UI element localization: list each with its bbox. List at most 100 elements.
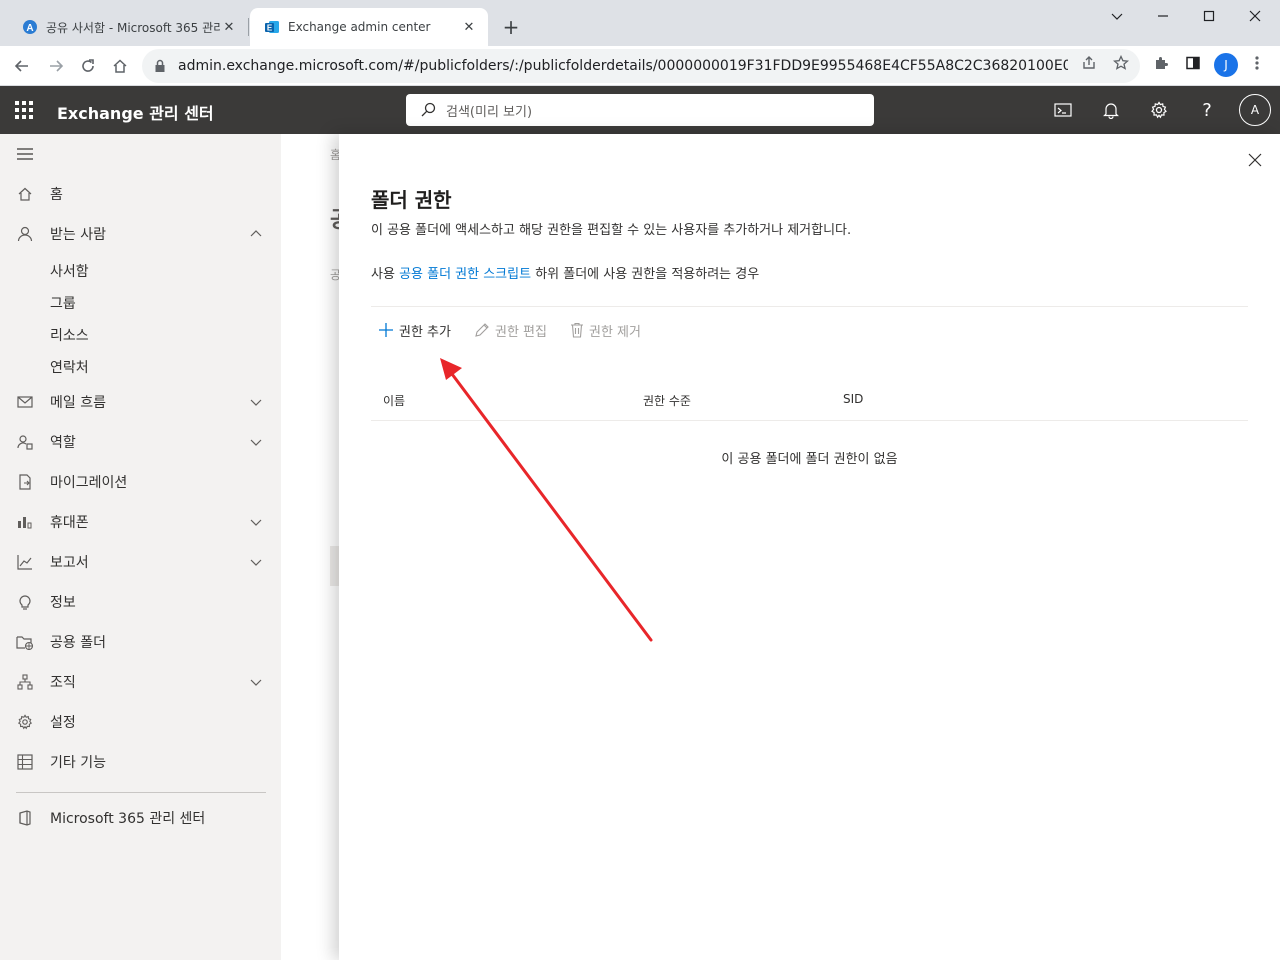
lock-icon [155,59,165,72]
behind-block-fragment [330,546,339,586]
sidebar-divider [16,792,266,793]
svg-text:A: A [26,23,33,34]
user-avatar[interactable]: A [1239,94,1271,126]
add-permission-label: 권한 추가 [399,324,451,340]
browser-toolbar: admin.exchange.microsoft.com/#/publicfol… [0,46,1280,86]
sidebar-item-roles[interactable]: 역할 [0,422,281,462]
sidebar-subitem-groups[interactable]: 그룹 [50,293,76,313]
empty-state-message: 이 공용 폴더에 폴더 권한이 없음 [721,452,898,467]
sidebar-item-m365-admin-center[interactable]: Microsoft 365 관리 센터 [0,798,281,838]
folder-permissions-panel: 폴더 권한 이 공용 폴더에 액세스하고 해당 권한을 편집할 수 있는 사용자… [339,134,1280,960]
other-features-icon [16,753,34,771]
notifications-bell-icon[interactable] [1099,98,1123,122]
sidebar-subitem-mailboxes[interactable]: 사서함 [50,261,89,281]
sidebar-item-label: 보고서 [50,555,89,571]
sidebar-item-label: 휴대폰 [50,515,89,531]
sidebar-item-public-folders[interactable]: 공용 폴더 [0,622,281,662]
reload-icon[interactable] [74,52,102,80]
side-panel-icon[interactable] [1184,54,1202,72]
app-title[interactable]: Exchange 관리 센터 [57,100,214,124]
mobile-icon [16,513,34,531]
extensions-puzzle-icon[interactable] [1152,54,1170,72]
tab-exchange-admin[interactable]: E Exchange admin center ✕ [250,8,488,46]
maximize-icon[interactable] [1186,0,1232,32]
new-tab-button[interactable]: + [498,14,524,40]
sidebar-subitem-resources[interactable]: 리소스 [50,325,89,345]
script-hint-suffix: 하위 폴더에 사용 권한을 적용하려는 경우 [531,267,760,282]
sidebar-item-organization[interactable]: 조직 [0,662,281,702]
browser-tabstrip: A 공유 사서함 - Microsoft 365 관리 ✕ E Exchange… [0,0,1280,46]
app-launcher-waffle-icon[interactable] [12,98,36,122]
hamburger-menu-icon[interactable] [17,148,33,160]
add-permission-button[interactable]: 권한 추가 [378,319,451,341]
help-question-icon[interactable]: ? [1195,98,1219,122]
chevron-down-icon [250,519,262,526]
browser-menu-icon[interactable] [1248,54,1266,72]
profile-avatar[interactable]: J [1214,53,1238,77]
settings-gear-icon[interactable] [1147,98,1171,122]
sidebar-item-label: 정보 [50,595,76,611]
sidebar-item-label: Microsoft 365 관리 센터 [50,811,206,827]
m365-admin-favicon-icon: A [23,20,37,34]
chevron-down-icon [250,439,262,446]
sidebar-item-mobile[interactable]: 휴대폰 [0,502,281,542]
script-hint: 사용 공용 폴더 권한 스크립트 하위 폴더에 사용 권한을 적용하려는 경우 [371,263,759,282]
chevron-down-icon [250,399,262,406]
close-icon[interactable]: ✕ [460,18,478,36]
remove-permission-button[interactable]: 권한 제거 [570,319,641,341]
panel-divider [371,306,1248,307]
panel-title: 폴더 권한 [371,188,452,212]
public-folder-permission-script-link[interactable]: 공용 폴더 권한 스크립트 [399,267,531,282]
search-input[interactable]: 검색(미리 보기) [406,94,874,126]
tab-shared-mailbox[interactable]: A 공유 사서함 - Microsoft 365 관리 ✕ [8,8,248,46]
cloud-shell-icon[interactable] [1051,98,1075,122]
app-header: Exchange 관리 센터 검색(미리 보기) ? A [0,86,1280,134]
office-logo-icon [16,809,34,827]
script-hint-prefix: 사용 [371,267,400,282]
remove-permission-label: 권한 제거 [589,324,641,340]
sidebar-item-recipients[interactable]: 받는 사람 [0,214,281,254]
sidebar-item-settings[interactable]: 설정 [0,702,281,742]
close-window-icon[interactable] [1232,0,1278,32]
bookmark-star-icon[interactable] [1112,54,1130,72]
address-bar[interactable]: admin.exchange.microsoft.com/#/publicfol… [142,49,1140,83]
column-header-permission-level[interactable]: 권한 수준 [643,392,691,409]
sidebar-item-label: 역할 [50,435,76,451]
edit-permission-label: 권한 편집 [495,324,547,340]
table-header-divider [371,420,1248,421]
organization-icon [16,673,34,691]
edit-permission-button[interactable]: 권한 편집 [474,319,547,341]
left-navigation: 홈 받는 사람 사서함 그룹 리소스 연락처 메일 흐름 역할 마이그레이션 휴… [0,134,281,960]
close-icon[interactable]: ✕ [220,18,238,36]
add-plus-icon [379,323,393,337]
share-icon[interactable] [1080,54,1098,72]
migration-icon [16,473,34,491]
column-header-sid[interactable]: SID [843,392,863,406]
sidebar-item-other-features[interactable]: 기타 기능 [0,742,281,782]
sidebar-item-home[interactable]: 홈 [0,174,281,214]
back-arrow-icon[interactable] [8,52,36,80]
exchange-favicon-icon: E [265,21,279,33]
public-folder-icon [16,633,34,651]
search-placeholder: 검색(미리 보기) [446,104,533,120]
minimize-window-icon[interactable] [1094,0,1140,32]
roles-icon [16,433,34,451]
sidebar-item-label: 마이그레이션 [50,475,128,491]
column-header-name[interactable]: 이름 [383,392,405,409]
sidebar-subitem-contacts[interactable]: 연락처 [50,357,89,377]
mail-icon [16,393,34,411]
minimize-icon[interactable] [1140,0,1186,32]
home-browser-icon[interactable] [106,52,134,80]
sidebar-item-label: 설정 [50,715,76,731]
search-icon [421,102,436,117]
forward-arrow-icon[interactable] [42,52,70,80]
sidebar-item-insights[interactable]: 정보 [0,582,281,622]
sidebar-item-reports[interactable]: 보고서 [0,542,281,582]
sidebar-item-migration[interactable]: 마이그레이션 [0,462,281,502]
close-panel-icon[interactable] [1245,150,1265,170]
tab-title: Exchange admin center [288,20,431,34]
sidebar-item-label: 조직 [50,675,76,691]
edit-pencil-icon [475,323,489,337]
sidebar-item-mail-flow[interactable]: 메일 흐름 [0,382,281,422]
url-text: admin.exchange.microsoft.com/#/publicfol… [178,58,1068,74]
